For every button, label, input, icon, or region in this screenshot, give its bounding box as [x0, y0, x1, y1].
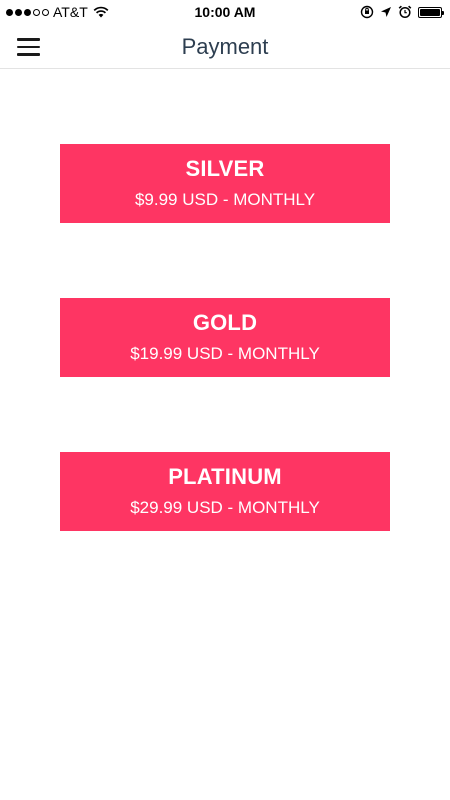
- status-bar: AT&T 10:00 AM: [0, 0, 450, 24]
- plan-price: $19.99 USD - MONTHLY: [130, 344, 320, 363]
- plan-name: GOLD: [192, 310, 258, 335]
- plan-silver-button[interactable]: SILVER $9.99 USD - MONTHLY: [60, 144, 390, 223]
- plan-price: $29.99 USD - MONTHLY: [130, 498, 320, 517]
- orientation-lock-icon: [360, 5, 374, 19]
- page-title: Payment: [181, 34, 269, 59]
- plan-platinum-button[interactable]: PLATINUM $29.99 USD - MONTHLY: [60, 452, 390, 531]
- plan-name: PLATINUM: [168, 464, 282, 489]
- navigation-bar: Payment: [0, 24, 450, 69]
- plan-price: $9.99 USD - MONTHLY: [134, 190, 316, 209]
- battery-icon: [418, 6, 444, 18]
- status-right: [360, 4, 444, 20]
- location-arrow-icon: [381, 7, 391, 17]
- plan-gold-button[interactable]: GOLD $19.99 USD - MONTHLY: [60, 298, 390, 377]
- plan-name: SILVER: [185, 156, 265, 181]
- alarm-clock-icon: [398, 5, 412, 19]
